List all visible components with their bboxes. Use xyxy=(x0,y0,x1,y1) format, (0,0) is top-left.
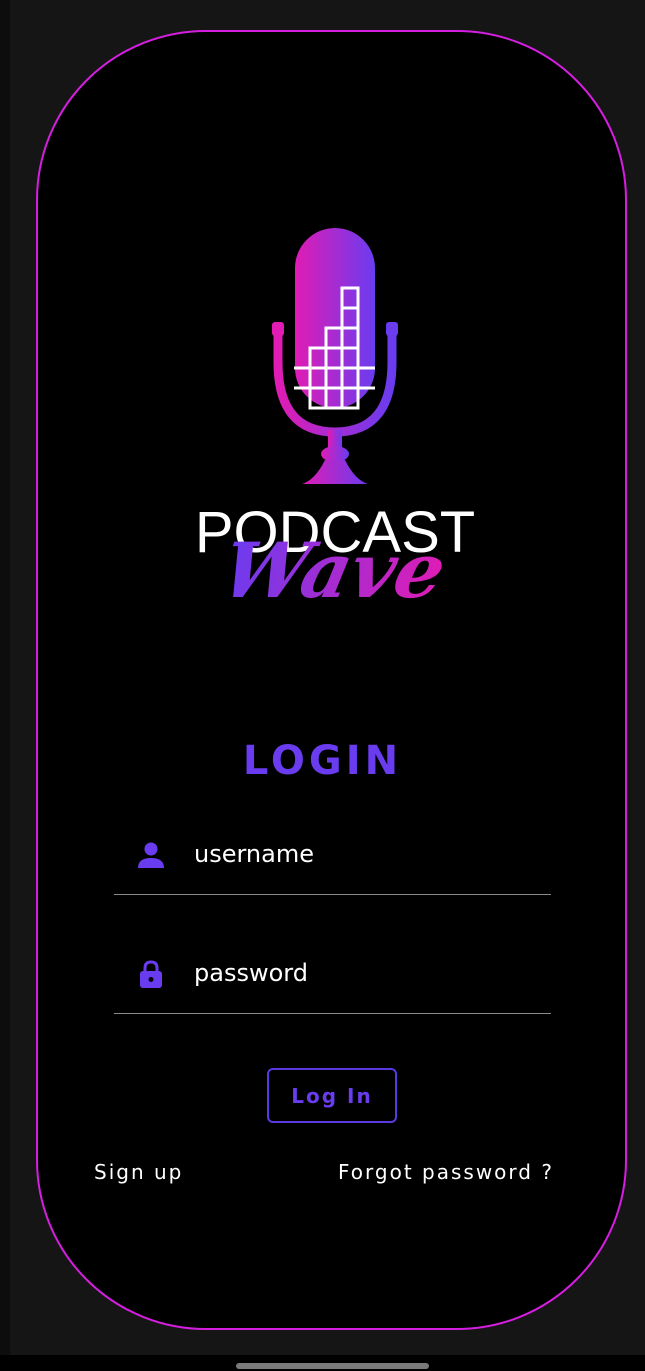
brand-line2: Wave xyxy=(214,527,453,616)
status-bar xyxy=(10,0,645,8)
home-indicator[interactable] xyxy=(236,1363,429,1369)
signup-link[interactable]: Sign up xyxy=(94,1160,183,1184)
person-icon xyxy=(138,842,164,868)
podcast-wave-logo: PODCAST Wave xyxy=(195,228,475,616)
microphone-icon xyxy=(272,228,398,484)
login-button[interactable]: Log In xyxy=(267,1068,397,1123)
password-input[interactable] xyxy=(194,955,534,991)
login-screen: PODCAST Wave LOGIN Log In Sign up Forgot… xyxy=(0,0,645,1371)
login-title: LOGIN xyxy=(242,738,403,784)
username-field xyxy=(114,836,551,895)
forgot-password-link[interactable]: Forgot password ? xyxy=(338,1160,554,1184)
lock-icon xyxy=(140,960,162,988)
username-input[interactable] xyxy=(194,836,534,872)
password-field xyxy=(114,955,551,1014)
left-gutter xyxy=(0,0,10,1355)
